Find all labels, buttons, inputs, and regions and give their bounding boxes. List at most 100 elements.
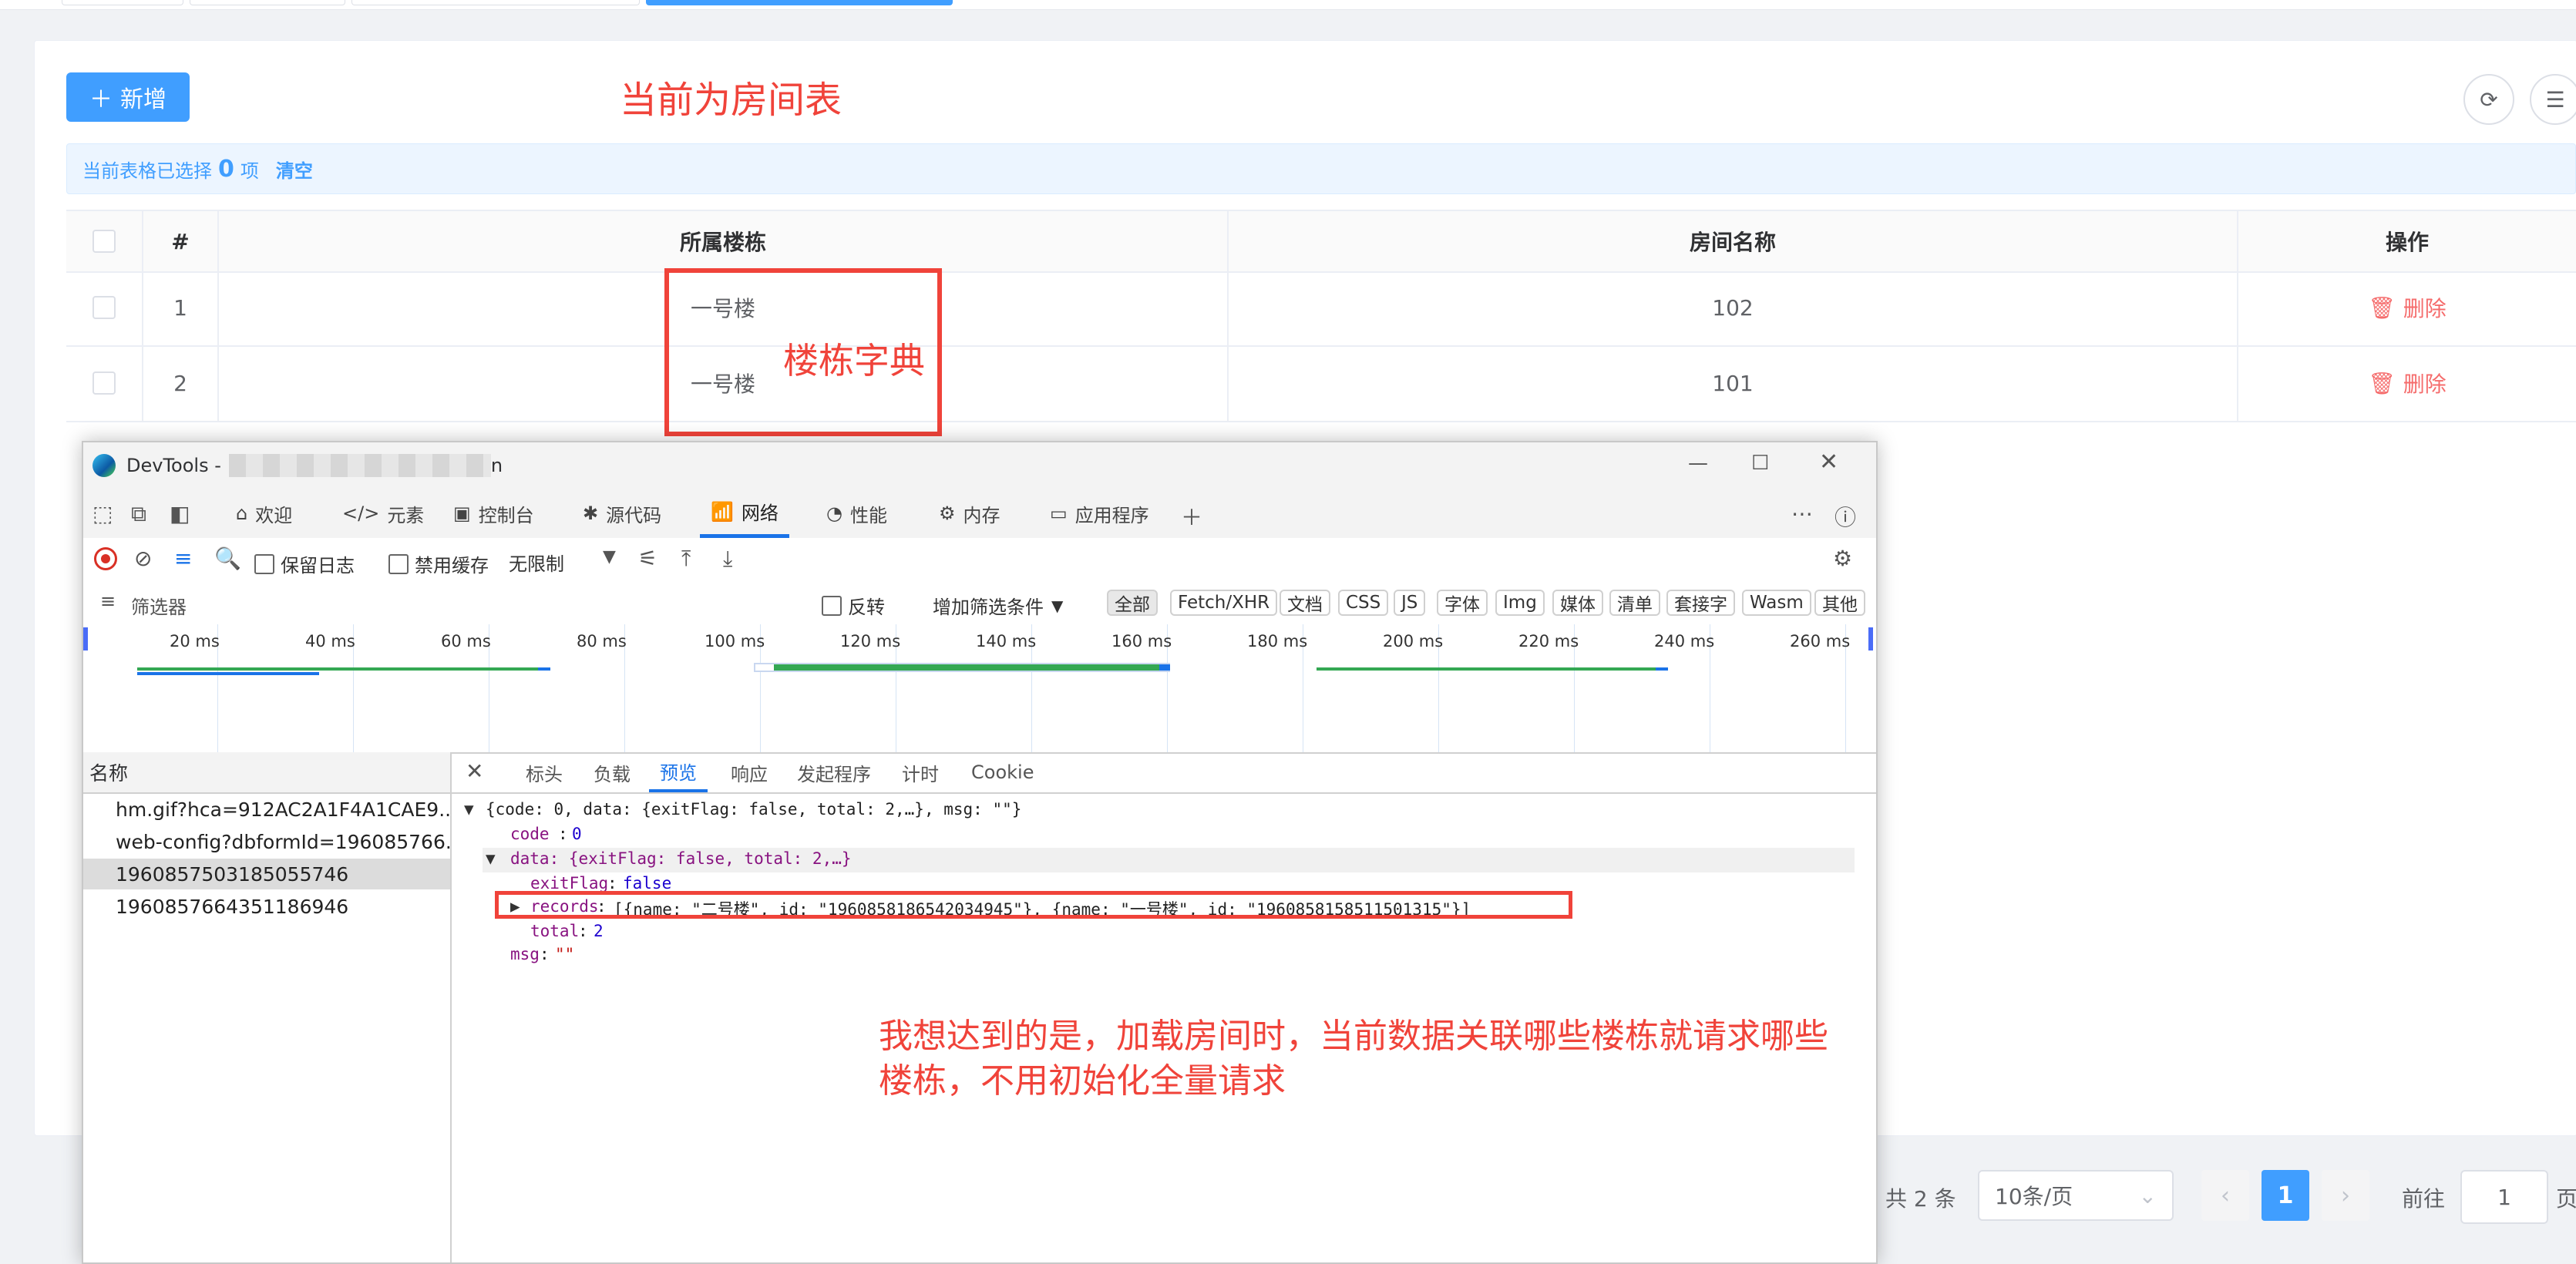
dock-icon[interactable]: ◧: [170, 501, 190, 526]
download-icon[interactable]: ⤓: [723, 546, 732, 572]
detail-tab-cookie[interactable]: Cookie: [971, 752, 1034, 792]
next-page-button[interactable]: ›: [2322, 1170, 2369, 1221]
request-row[interactable]: 1960857664351186946: [83, 891, 450, 922]
request-row[interactable]: hm.gif?hca=912AC2A1F4A1CAE9...: [83, 794, 450, 825]
delete-button[interactable]: 🗑 删除: [2368, 368, 2447, 398]
delete-button[interactable]: 🗑 删除: [2368, 292, 2447, 323]
more-filters-dropdown[interactable]: 增加筛选条件 ▼: [933, 592, 1063, 619]
table-row: 2 一号楼 101 🗑 删除: [66, 345, 2576, 422]
maximize-icon[interactable]: ☐: [1751, 452, 1769, 475]
page-number-button[interactable]: 1: [2262, 1170, 2309, 1221]
tab-label: 网络: [741, 503, 779, 524]
detail-tab-headers[interactable]: 标头: [526, 752, 563, 792]
clear-icon[interactable]: ⊘: [134, 546, 152, 571]
timeline-tick-label: 180 ms: [1247, 632, 1308, 650]
network-conditions-icon[interactable]: ⚟: [638, 546, 657, 571]
top-tab[interactable]: [62, 0, 183, 5]
row-index: 2: [143, 345, 219, 421]
close-icon[interactable]: ✕: [1819, 449, 1838, 476]
network-timeline[interactable]: 20 ms 40 ms 60 ms 80 ms 100 ms 120 ms 14…: [83, 624, 1876, 754]
inspect-icon[interactable]: ⬚: [92, 501, 113, 526]
expand-triangle-icon[interactable]: ▼: [464, 800, 474, 819]
filter-type-wasm[interactable]: Wasm: [1742, 590, 1811, 616]
network-filter-bar: ≡ 筛选器 反转 增加筛选条件 ▼ 全部 Fetch/XHR 文档 CSS JS …: [83, 581, 1876, 626]
invert-label: 反转: [848, 597, 885, 618]
preserve-log-checkbox[interactable]: 保留日志: [254, 550, 355, 577]
header-select-all[interactable]: [66, 211, 143, 271]
timeline-handle[interactable]: [1868, 627, 1873, 650]
filter-type-js[interactable]: JS: [1394, 590, 1426, 616]
filter-type-fetch[interactable]: Fetch/XHR: [1170, 590, 1278, 616]
page-size-select[interactable]: 10条/页 ⌄: [1978, 1170, 2174, 1221]
request-row[interactable]: web-config?dbformId=196085766...: [83, 826, 450, 857]
preview-total-key: total: [530, 922, 580, 940]
timeline-tick-label: 200 ms: [1383, 632, 1444, 650]
more-icon[interactable]: ⋯: [1791, 501, 1813, 526]
page-size-value: 10条/页: [1995, 1184, 2073, 1209]
expand-triangle-icon[interactable]: ▼: [486, 849, 496, 868]
filter-type-socket[interactable]: 套接字: [1666, 590, 1735, 616]
row-checkbox[interactable]: [92, 371, 116, 395]
tab-memory[interactable]: ⚙ 内存: [939, 489, 1000, 538]
detail-tab-timing[interactable]: 计时: [902, 752, 939, 792]
detail-tab-response[interactable]: 响应: [731, 752, 768, 792]
filter-type-media[interactable]: 媒体: [1552, 590, 1603, 616]
select-all-checkbox[interactable]: [92, 230, 116, 253]
preview-root: {code: 0, data: {exitFlag: false, total:…: [486, 800, 1022, 819]
search-icon[interactable]: 🔍: [214, 546, 241, 571]
tab-label: 性能: [849, 504, 887, 526]
tab-network[interactable]: 📶 网络: [700, 489, 789, 538]
clear-selection-link[interactable]: 清空: [276, 156, 313, 183]
timeline-handle[interactable]: [83, 627, 88, 650]
detail-tab-preview[interactable]: 预览: [649, 752, 708, 792]
add-button[interactable]: ＋ 新增: [66, 72, 190, 122]
preview-total-val: 2: [594, 922, 604, 940]
tab-console[interactable]: ▣ 控制台: [453, 489, 534, 538]
detail-tab-initiator[interactable]: 发起程序: [797, 752, 871, 792]
tab-welcome[interactable]: ⌂ 欢迎: [236, 489, 292, 538]
filter-type-img[interactable]: Img: [1495, 590, 1545, 616]
column-settings-button[interactable]: ☰: [2530, 74, 2576, 125]
invert-checkbox[interactable]: 反转: [822, 592, 885, 619]
device-icon[interactable]: ⧉: [131, 501, 146, 527]
goto-page-input[interactable]: 1: [2460, 1170, 2548, 1224]
detail-tab-payload[interactable]: 负载: [594, 752, 631, 792]
close-detail-icon[interactable]: ✕: [466, 758, 483, 784]
trash-icon: 🗑: [2368, 294, 2396, 321]
request-row-selected[interactable]: 1960857503185055746: [83, 859, 450, 889]
disable-cache-checkbox[interactable]: 禁用缓存: [388, 550, 489, 577]
chevron-down-icon[interactable]: ▼: [603, 547, 616, 566]
refresh-button[interactable]: ⟳: [2463, 74, 2514, 125]
filter-input[interactable]: 筛选器: [131, 592, 187, 619]
top-tab[interactable]: [351, 0, 640, 5]
record-icon[interactable]: [94, 547, 117, 570]
prev-page-button[interactable]: ‹: [2201, 1170, 2249, 1221]
timeline-tick-label: 120 ms: [840, 632, 901, 650]
tab-elements[interactable]: </> 元素: [342, 489, 424, 538]
tab-sources[interactable]: ✱ 源代码: [583, 489, 661, 538]
timeline-tick-label: 80 ms: [577, 632, 627, 650]
filter-type-manifest[interactable]: 清单: [1609, 590, 1660, 616]
filter-type-all[interactable]: 全部: [1107, 590, 1158, 616]
tab-application[interactable]: ▭ 应用程序: [1050, 489, 1149, 538]
upload-icon[interactable]: ⤒: [681, 546, 691, 572]
timeline-bar: [137, 667, 538, 671]
top-tab-active[interactable]: [646, 0, 953, 5]
top-tab[interactable]: [190, 0, 345, 5]
row-select[interactable]: [66, 270, 143, 345]
name-column-header[interactable]: 名称: [83, 752, 450, 794]
row-select[interactable]: [66, 345, 143, 421]
filter-icon: ≡: [100, 590, 116, 612]
filter-type-other[interactable]: 其他: [1814, 590, 1865, 616]
tab-performance[interactable]: ◔ 性能: [826, 489, 887, 538]
filter-type-doc[interactable]: 文档: [1280, 590, 1330, 616]
filter-type-font[interactable]: 字体: [1437, 590, 1488, 616]
filter-toggle-icon[interactable]: ≡: [174, 546, 192, 571]
help-icon[interactable]: ⓘ: [1834, 501, 1856, 532]
row-checkbox[interactable]: [92, 296, 116, 319]
add-tab-icon[interactable]: ＋: [1181, 501, 1202, 532]
gear-icon[interactable]: ⚙: [1833, 546, 1852, 571]
minimize-icon[interactable]: —: [1688, 452, 1708, 475]
throttle-select[interactable]: 无限制: [509, 549, 564, 576]
filter-type-css[interactable]: CSS: [1338, 590, 1389, 616]
